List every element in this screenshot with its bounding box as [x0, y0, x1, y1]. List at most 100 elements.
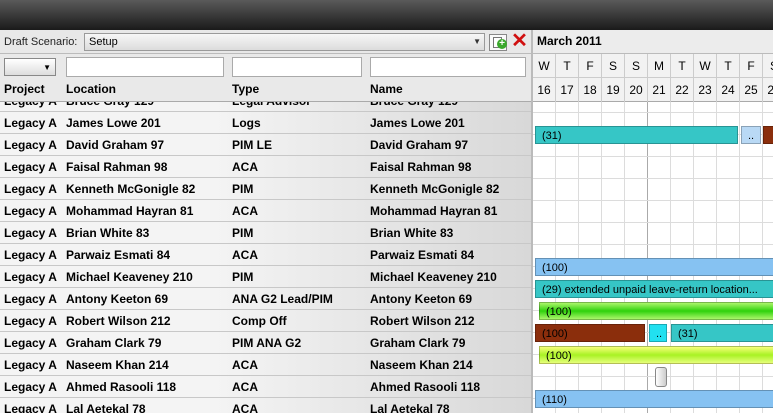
table-row[interactable]: Legacy A Kenneth McGonigle 82 PIM Kenneth M… — [0, 178, 531, 200]
name-cell: David Graham 97 — [370, 138, 469, 152]
chevron-down-icon: ▼ — [43, 63, 51, 72]
day-number-cell[interactable]: 24 — [717, 78, 740, 102]
table-row[interactable]: Legacy A Lal Aetekal 78 ACA Lal Aetekal 78 — [0, 398, 531, 413]
name-filter-input[interactable] — [370, 57, 526, 77]
weekday-cell: M — [648, 54, 671, 78]
resource-grid: Legacy A Bruce Gray 129 Legal Advisor Bruce… — [0, 102, 531, 413]
plus-icon: + — [497, 39, 507, 49]
row-gridline — [533, 112, 773, 113]
location-column-header[interactable]: Location — [66, 82, 116, 96]
day-number-cell[interactable]: 26 — [763, 78, 773, 102]
project-cell: Legacy A — [4, 402, 57, 413]
table-row[interactable]: Legacy A Faisal Rahman 98 ACA Faisal Rahman… — [0, 156, 531, 178]
project-cell: Legacy A — [4, 248, 57, 262]
close-icon: ✕ — [511, 30, 528, 52]
weekday-cell: T — [556, 54, 579, 78]
name-cell: Lal Aetekal 78 — [370, 402, 450, 413]
type-cell: ACA — [232, 204, 258, 218]
weekday-cell: W — [694, 54, 717, 78]
scenario-toolbar: Draft Scenario: Setup ▼ + ✕ — [0, 30, 531, 54]
name-cell: Graham Clark 79 — [370, 336, 466, 350]
type-cell: ACA — [232, 248, 258, 262]
location-cell: Ahmed Rasooli 118 — [66, 380, 177, 394]
day-number-cell[interactable]: 17 — [556, 78, 579, 102]
assignment-bar[interactable]: .. — [649, 324, 667, 342]
row-gridline — [533, 244, 773, 245]
project-cell: Legacy A — [4, 336, 57, 350]
draft-scenario-dropdown[interactable]: Setup ▼ — [84, 33, 485, 51]
assignment-bar[interactable]: .. — [741, 126, 761, 144]
table-row[interactable]: Legacy A Naseem Khan 214 ACA Naseem Khan 21… — [0, 354, 531, 376]
table-row[interactable]: Legacy A James Lowe 201 Logs James Lowe 201 — [0, 112, 531, 134]
assignment-bar[interactable]: (100) — [539, 346, 773, 364]
table-row[interactable]: Legacy A Parwaiz Esmati 84 ACA Parwaiz Esma… — [0, 244, 531, 266]
project-column-header[interactable]: Project — [4, 82, 45, 96]
assignment-bar[interactable] — [763, 126, 773, 144]
name-cell: Antony Keeton 69 — [370, 292, 473, 306]
name-cell: Ahmed Rasooli 118 — [370, 380, 481, 394]
table-row[interactable]: Legacy A Robert Wilson 212 Comp Off Robert … — [0, 310, 531, 332]
day-number-cell[interactable]: 16 — [533, 78, 556, 102]
name-cell: Brian White 83 — [370, 226, 454, 240]
assignment-bar[interactable]: (31) — [535, 126, 738, 144]
assignment-bar[interactable]: (31) — [671, 324, 773, 342]
assignment-bar[interactable]: (29) extended unpaid leave-return locati… — [535, 280, 773, 298]
draft-scenario-value: Setup — [89, 36, 118, 48]
table-row[interactable]: Legacy A Antony Keeton 69 ANA G2 Lead/PIM A… — [0, 288, 531, 310]
assignment-bar[interactable]: (110) — [535, 390, 773, 408]
table-row[interactable]: Legacy A Mohammad Hayran 81 ACA Mohammad Ha… — [0, 200, 531, 222]
project-cell: Legacy A — [4, 270, 57, 284]
weekday-header-row: WTFSSMTWTFS — [533, 54, 773, 78]
location-cell: David Graham 97 — [66, 138, 165, 152]
schedule-calendar: March 2011 WTFSSMTWTFS 16171819202122232… — [531, 30, 773, 413]
table-row[interactable]: Legacy A David Graham 97 PIM LE David Graha… — [0, 134, 531, 156]
type-column-header[interactable]: Type — [232, 82, 259, 96]
title-bar — [0, 0, 773, 30]
table-row[interactable]: Legacy A Brian White 83 PIM Brian White 83 — [0, 222, 531, 244]
delete-scenario-button[interactable]: ✕ — [510, 30, 529, 52]
name-cell: Mohammad Hayran 81 — [370, 204, 498, 218]
name-cell: James Lowe 201 — [370, 116, 465, 130]
project-filter-dropdown[interactable]: ▼ — [4, 58, 56, 76]
weekday-cell: S — [602, 54, 625, 78]
type-cell: PIM LE — [232, 138, 273, 152]
row-gridline — [533, 222, 773, 223]
assignment-bar[interactable]: (100) — [535, 324, 645, 342]
day-number-cell[interactable]: 23 — [694, 78, 717, 102]
type-cell: PIM — [232, 226, 254, 240]
table-row[interactable]: Legacy A Bruce Gray 129 Legal Advisor Bruce… — [0, 102, 531, 112]
add-scenario-button[interactable]: + — [489, 34, 507, 51]
type-filter-input[interactable] — [232, 57, 362, 77]
resize-handle[interactable] — [655, 367, 667, 387]
type-cell: Logs — [232, 116, 261, 130]
location-cell: Mohammad Hayran 81 — [66, 204, 194, 218]
weekday-cell: S — [625, 54, 648, 78]
location-cell: Graham Clark 79 — [66, 336, 162, 350]
day-number-cell[interactable]: 20 — [625, 78, 648, 102]
column-header-row: ▼ Project Location Type Name — [0, 54, 531, 102]
name-cell: Bruce Gray 129 — [370, 102, 458, 108]
day-number-cell[interactable]: 21 — [648, 78, 671, 102]
location-filter-input[interactable] — [66, 57, 224, 77]
day-number-cell[interactable]: 19 — [602, 78, 625, 102]
assignment-bar[interactable]: (100) — [535, 258, 773, 276]
location-cell: Lal Aetekal 78 — [66, 402, 146, 413]
chevron-down-icon: ▼ — [473, 37, 481, 46]
assignment-bar[interactable]: (100) — [539, 302, 773, 320]
calendar-month-header: March 2011 — [533, 30, 773, 54]
location-cell: Bruce Gray 129 — [66, 102, 154, 108]
project-cell: Legacy A — [4, 358, 57, 372]
project-cell: Legacy A — [4, 380, 57, 394]
name-column-header[interactable]: Name — [370, 82, 403, 96]
weekday-cell: W — [533, 54, 556, 78]
day-number-cell[interactable]: 18 — [579, 78, 602, 102]
table-row[interactable]: Legacy A Graham Clark 79 PIM ANA G2 Graham … — [0, 332, 531, 354]
project-cell: Legacy A — [4, 160, 57, 174]
name-cell: Kenneth McGonigle 82 — [370, 182, 500, 196]
type-cell: Comp Off — [232, 314, 287, 328]
day-number-cell[interactable]: 25 — [740, 78, 763, 102]
table-row[interactable]: Legacy A Michael Keaveney 210 PIM Michael K… — [0, 266, 531, 288]
type-cell: ANA G2 Lead/PIM — [232, 292, 333, 306]
table-row[interactable]: Legacy A Ahmed Rasooli 118 ACA Ahmed Rasool… — [0, 376, 531, 398]
day-number-cell[interactable]: 22 — [671, 78, 694, 102]
